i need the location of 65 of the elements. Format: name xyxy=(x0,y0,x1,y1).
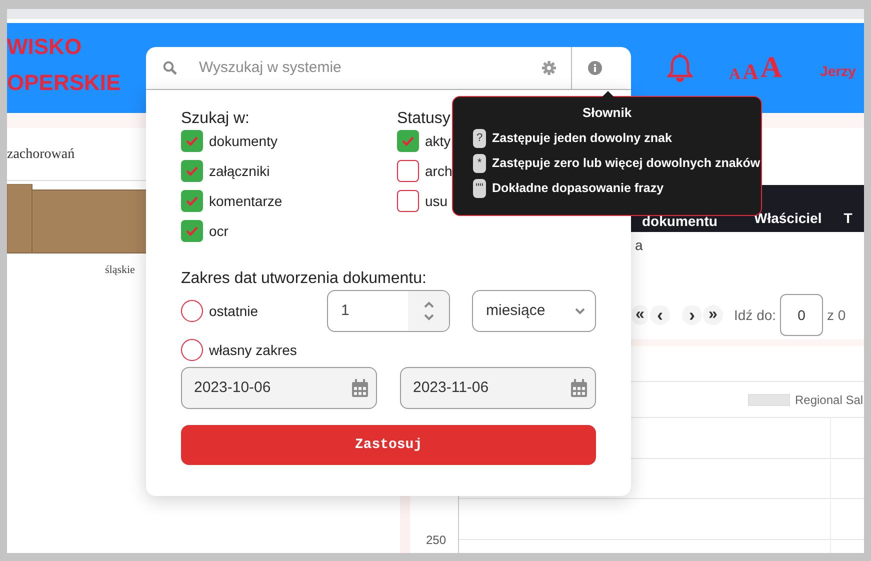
checkbox[interactable] xyxy=(181,190,203,212)
info-icon[interactable] xyxy=(588,61,602,75)
checkbox-label: komentarze xyxy=(209,192,282,210)
checkbox-label: arch xyxy=(425,162,452,180)
calendar-icon xyxy=(352,379,368,397)
apply-button[interactable]: Zastosuj xyxy=(181,425,596,465)
tooltip-title: Słownik xyxy=(582,104,632,122)
unit-select[interactable]: miesiące xyxy=(472,290,596,332)
settings-icon[interactable] xyxy=(542,61,556,75)
chevron-down-icon xyxy=(575,308,585,314)
section-title: Szukaj w: xyxy=(181,109,250,127)
table-cell-text: a xyxy=(635,236,643,255)
key-chip: ? xyxy=(473,128,486,148)
number-field[interactable]: 1 xyxy=(327,290,450,332)
date-field[interactable]: 2023-11-06 xyxy=(400,367,596,409)
checkbox-label: akty xyxy=(425,132,451,151)
legend-swatch xyxy=(748,394,790,406)
logo-text: WISKO xyxy=(7,34,83,60)
last-page-button[interactable]: » xyxy=(703,305,723,325)
next-page-button[interactable]: › xyxy=(682,305,702,325)
checkbox-label: załączniki xyxy=(209,162,270,181)
card-title: zachorowań xyxy=(7,146,76,162)
search-icon xyxy=(163,61,177,75)
axis-label: 250 xyxy=(426,532,446,549)
category-label: śląskie xyxy=(105,263,135,278)
previous-page-button[interactable]: ‹ xyxy=(650,305,670,325)
radio-label: ostatnie xyxy=(209,302,260,320)
go-to-label: Idź do: xyxy=(734,306,776,324)
checkbox-label: ocr xyxy=(209,222,228,240)
check-icon xyxy=(402,136,414,146)
checkbox-label: usu xyxy=(425,192,448,210)
page-total: z 0 xyxy=(827,306,846,324)
checkbox[interactable] xyxy=(397,160,419,182)
column-header[interactable]: dokumentu xyxy=(642,213,732,229)
check-icon xyxy=(186,196,198,206)
page-input[interactable]: 0 xyxy=(780,294,824,336)
radio-button[interactable] xyxy=(181,339,203,361)
key-chip: * xyxy=(473,154,486,172)
tooltip-text: Zastępuje jeden dowolny znak xyxy=(492,130,672,147)
calendar-icon xyxy=(571,379,587,397)
checkbox[interactable] xyxy=(181,160,203,182)
checkbox[interactable] xyxy=(181,220,203,242)
check-icon xyxy=(186,166,198,176)
column-header[interactable]: T xyxy=(844,208,852,229)
check-icon xyxy=(186,136,198,146)
check-icon xyxy=(186,226,198,236)
checkbox-label: dokumenty xyxy=(209,132,278,151)
date-field[interactable]: 2023-10-06 xyxy=(181,367,377,409)
search-bar[interactable]: Wyszukaj w systemie xyxy=(146,47,631,90)
legend-label: Regional Sal xyxy=(795,392,864,409)
checkbox[interactable] xyxy=(397,190,419,212)
tooltip-text: Zastępuje zero lub więcej dowolnych znaków xyxy=(492,154,760,172)
radio-label: własny zakres xyxy=(209,340,297,360)
search-field[interactable]: Wyszukaj w systemie xyxy=(199,56,539,80)
stepper-icon[interactable] xyxy=(422,300,434,322)
logo-text: OPERSKIE xyxy=(7,70,122,96)
checkbox[interactable] xyxy=(181,130,203,152)
section-title: Zakres dat utworzenia dokumentu: xyxy=(181,269,428,287)
column-header[interactable]: Właściciel xyxy=(754,208,822,229)
checkbox[interactable] xyxy=(397,130,419,152)
tooltip-text: Dokładne dopasowanie frazy xyxy=(492,180,664,197)
first-page-button[interactable]: « xyxy=(632,305,648,325)
section-title: Statusy xyxy=(397,109,452,127)
key-chip: "" xyxy=(473,178,486,198)
radio-button[interactable] xyxy=(181,300,203,322)
